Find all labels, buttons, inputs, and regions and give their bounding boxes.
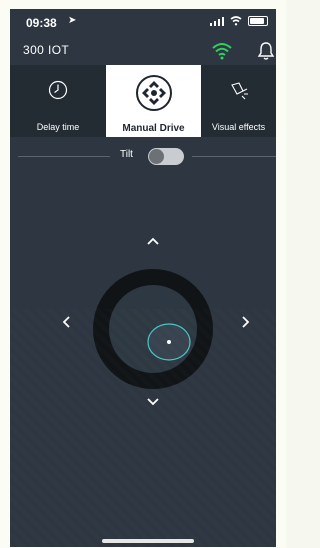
app-header: 300 IOT	[10, 37, 276, 65]
gamepad-icon	[135, 75, 172, 111]
signal-bars-icon	[210, 17, 224, 26]
clock-icon	[48, 80, 68, 100]
mode-tab-bar: Delay time Manual Drive Visual effects	[10, 65, 276, 137]
tab-label: Manual Drive	[122, 123, 185, 134]
sparkle-icon	[230, 82, 248, 100]
chevron-up-icon[interactable]	[143, 234, 163, 248]
tilt-toggle[interactable]	[148, 148, 184, 165]
device-title: 300 IOT	[23, 43, 70, 57]
divider	[18, 156, 110, 157]
toggle-knob	[149, 149, 164, 164]
tab-visual-effects[interactable]: Visual effects	[201, 65, 276, 137]
home-indicator	[102, 539, 194, 543]
status-bar: 09:38 ➤	[10, 9, 276, 37]
status-right	[210, 16, 268, 26]
location-icon: ➤	[68, 15, 77, 26]
tilt-label: Tilt	[120, 149, 133, 160]
tab-label: Delay time	[36, 122, 80, 132]
tab-delay-time[interactable]: Delay time	[10, 65, 106, 137]
wifi-icon	[230, 16, 242, 26]
wifi-icon[interactable]	[211, 40, 233, 62]
tab-label: Visual effects	[211, 122, 266, 132]
background-texture	[10, 309, 276, 547]
app-screen: 09:38 ➤ 300 IOT Delay time Manual Drive …	[10, 9, 276, 547]
tab-manual-drive[interactable]: Manual Drive	[106, 65, 201, 137]
bell-icon[interactable]	[255, 40, 276, 62]
battery-icon	[248, 16, 268, 26]
status-time: 09:38	[26, 16, 57, 30]
divider	[192, 156, 276, 157]
